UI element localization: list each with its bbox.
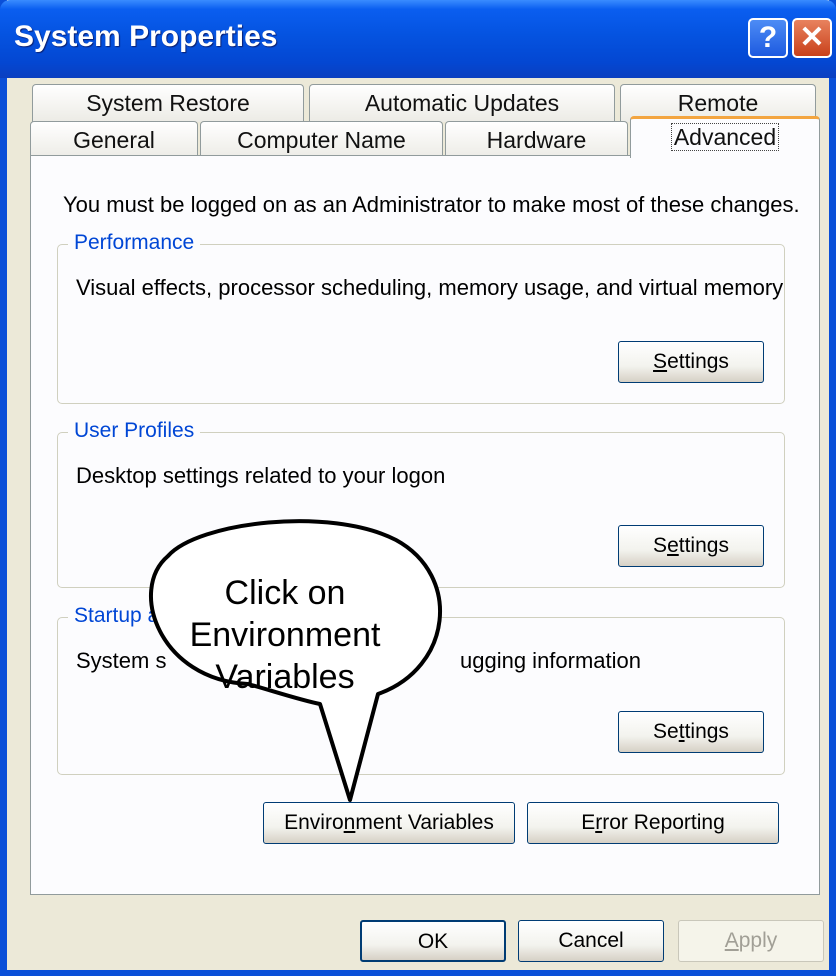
callout-line-1: Click on bbox=[224, 574, 346, 612]
error-reporting-button[interactable]: Error Reporting bbox=[527, 802, 779, 844]
help-icon: ? bbox=[758, 21, 778, 54]
startup-description-left: System s bbox=[76, 648, 167, 673]
administrator-notice: You must be logged on as an Administrato… bbox=[63, 192, 800, 217]
user-profiles-group-title: User Profiles bbox=[68, 419, 201, 443]
callout-text: Click on Environment Variables bbox=[185, 572, 385, 698]
performance-group-title: Performance bbox=[68, 231, 201, 255]
advanced-tab-panel: You must be logged on as an Administrato… bbox=[30, 155, 820, 895]
user-profiles-group: User Profiles Desktop settings related t… bbox=[57, 419, 785, 588]
tab-advanced-label: Advanced bbox=[670, 123, 780, 151]
callout-line-3: Variables bbox=[215, 658, 355, 696]
performance-settings-button[interactable]: Settings bbox=[618, 341, 764, 383]
tab-computer-name[interactable]: Computer Name bbox=[200, 121, 443, 159]
close-icon: ✕ bbox=[799, 21, 825, 54]
tab-general[interactable]: General bbox=[30, 121, 198, 159]
environment-variables-button[interactable]: Environment Variables bbox=[263, 802, 515, 844]
help-button[interactable]: ? bbox=[748, 18, 788, 58]
startup-description-right: ugging information bbox=[460, 648, 642, 673]
user-profiles-settings-button[interactable]: Settings bbox=[618, 525, 764, 567]
tab-system-restore[interactable]: System Restore bbox=[32, 84, 304, 122]
startup-recovery-settings-button[interactable]: Settings bbox=[618, 711, 764, 753]
ok-button[interactable]: OK bbox=[360, 920, 506, 962]
tab-advanced[interactable]: Advanced bbox=[630, 116, 820, 158]
apply-button[interactable]: Apply bbox=[678, 920, 824, 962]
callout-line-2: Environment bbox=[189, 616, 381, 654]
title-bar[interactable]: System Properties ? ✕ bbox=[0, 0, 836, 78]
startup-recovery-group-title: Startup a bbox=[68, 604, 166, 628]
performance-description: Visual effects, processor scheduling, me… bbox=[76, 275, 784, 300]
cancel-button[interactable]: Cancel bbox=[518, 920, 664, 962]
user-profiles-description: Desktop settings related to your logon bbox=[76, 463, 446, 488]
close-button[interactable]: ✕ bbox=[792, 18, 832, 58]
window-title: System Properties bbox=[14, 20, 278, 53]
performance-group: Performance Visual effects, processor sc… bbox=[57, 231, 785, 404]
tab-automatic-updates[interactable]: Automatic Updates bbox=[309, 84, 615, 122]
startup-recovery-group: Startup a System s ugging information Se… bbox=[57, 604, 785, 775]
tab-hardware[interactable]: Hardware bbox=[445, 121, 628, 159]
